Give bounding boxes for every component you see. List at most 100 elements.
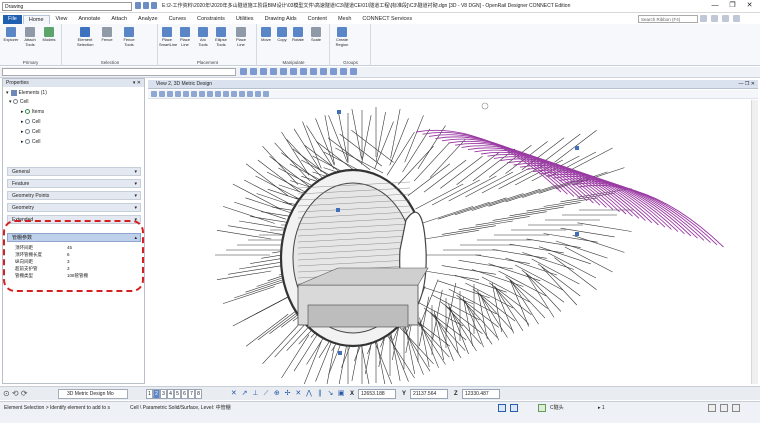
place-line-button[interactable]: Place Line bbox=[177, 27, 193, 47]
view-button-5[interactable]: 5 bbox=[174, 389, 181, 399]
element-selection-button[interactable]: Element Selection bbox=[77, 27, 93, 47]
elements-count[interactable]: Elements (1) bbox=[19, 90, 47, 96]
views-icon[interactable] bbox=[263, 91, 269, 97]
snap-icon[interactable] bbox=[310, 68, 317, 75]
design-canvas[interactable] bbox=[148, 100, 758, 397]
window-area-icon[interactable] bbox=[191, 91, 197, 97]
cube-icon[interactable] bbox=[300, 68, 307, 75]
x-coordinate-field[interactable]: 12653.188 bbox=[358, 389, 396, 399]
tab-attach[interactable]: Attach bbox=[106, 15, 132, 24]
tree-item-cell-2[interactable]: ▸ Cell bbox=[21, 128, 41, 137]
page-indicator[interactable]: ▸ 1 bbox=[598, 403, 605, 413]
camera-icon[interactable] bbox=[239, 91, 245, 97]
place-line-2-button[interactable]: Place Line bbox=[233, 27, 249, 47]
tab-content[interactable]: Content bbox=[303, 15, 332, 24]
handle-marker[interactable] bbox=[338, 351, 342, 355]
save-icon[interactable] bbox=[135, 2, 141, 9]
view-button-7[interactable]: 7 bbox=[188, 389, 195, 399]
clip-mask-icon[interactable] bbox=[255, 91, 261, 97]
arc-tools-button[interactable]: Arc Tools bbox=[195, 27, 211, 47]
tree-item-cell-root[interactable]: ▾ Cell bbox=[9, 98, 29, 107]
fence-button[interactable]: Fence bbox=[99, 27, 115, 43]
snap-intersection-icon[interactable]: ✕ bbox=[294, 390, 302, 398]
tab-home[interactable]: Home bbox=[22, 14, 50, 24]
handle-marker[interactable] bbox=[575, 232, 579, 236]
minimize-button[interactable]: — bbox=[711, 1, 718, 11]
tree-item-cell-3[interactable]: ▸ Cell bbox=[21, 138, 41, 147]
handle-marker[interactable] bbox=[336, 208, 340, 212]
view-button-1[interactable]: 1 bbox=[146, 389, 153, 399]
view-nav-arrows[interactable]: ⊙ ⟲ ⟳ bbox=[3, 389, 28, 399]
toolbox-icon[interactable] bbox=[732, 404, 740, 412]
locks-icon[interactable] bbox=[498, 404, 506, 412]
tab-constraints[interactable]: Constraints bbox=[192, 15, 230, 24]
snap-center-icon[interactable]: ⊕ bbox=[273, 390, 281, 398]
lock-icon[interactable] bbox=[330, 68, 337, 75]
user-icon[interactable] bbox=[700, 15, 707, 22]
rotate-button[interactable]: Rotate bbox=[290, 27, 306, 43]
tab-annotate[interactable]: Annotate bbox=[73, 15, 105, 24]
active-level[interactable]: C隧头 bbox=[550, 403, 564, 413]
tree-item-items[interactable]: ▸ Items bbox=[21, 108, 44, 117]
view-button-4[interactable]: 4 bbox=[167, 389, 174, 399]
fence-tools-button[interactable]: Fence Tools bbox=[121, 27, 137, 47]
pan-icon[interactable] bbox=[215, 91, 221, 97]
ellipse-tools-button[interactable]: Ellipse Tools bbox=[213, 27, 229, 47]
messages-icon[interactable] bbox=[720, 404, 728, 412]
tab-analyze[interactable]: Analyze bbox=[133, 15, 163, 24]
accudraw-icon[interactable]: ▣ bbox=[337, 390, 345, 398]
section-geometry-points[interactable]: Geometry Points ▾ bbox=[7, 191, 141, 200]
view-previous-icon[interactable] bbox=[223, 91, 229, 97]
view-next-icon[interactable] bbox=[231, 91, 237, 97]
update-icon[interactable] bbox=[167, 91, 173, 97]
help-icon[interactable] bbox=[722, 15, 729, 22]
tab-mesh[interactable]: Mesh bbox=[333, 15, 356, 24]
handle-marker[interactable] bbox=[337, 110, 341, 114]
view-button-6[interactable]: 6 bbox=[181, 389, 188, 399]
level-icon[interactable] bbox=[240, 68, 247, 75]
weight-icon[interactable] bbox=[260, 68, 267, 75]
view-model-dropdown[interactable]: 3D Metric Design Mo bbox=[58, 389, 128, 399]
undo-icon[interactable] bbox=[143, 2, 149, 9]
snap-mode-icon[interactable] bbox=[510, 404, 518, 412]
tab-drawing-aids[interactable]: Drawing Aids bbox=[260, 15, 302, 24]
settings-icon[interactable] bbox=[733, 15, 740, 22]
tab-file[interactable]: File bbox=[3, 14, 22, 24]
camera-icon[interactable] bbox=[340, 68, 347, 75]
snap-through-icon[interactable]: ↘ bbox=[327, 390, 335, 398]
snap-line-icon[interactable]: ↗ bbox=[241, 390, 249, 398]
close-button[interactable]: ✕ bbox=[747, 1, 753, 11]
section-feature[interactable]: Feature ▾ bbox=[7, 179, 141, 188]
section-general[interactable]: General ▾ bbox=[7, 167, 141, 176]
vertical-scrollbar[interactable] bbox=[751, 100, 758, 384]
handle-marker[interactable] bbox=[575, 146, 579, 150]
notification-icon[interactable] bbox=[711, 15, 718, 22]
snap-tangent-icon[interactable]: ⟋ bbox=[262, 390, 270, 398]
create-region-button[interactable]: Create Region bbox=[334, 27, 350, 47]
snap-perp-icon[interactable]: ⊥ bbox=[251, 390, 259, 398]
render-icon[interactable] bbox=[350, 68, 357, 75]
maximize-button[interactable]: ❐ bbox=[729, 1, 735, 11]
clip-volume-icon[interactable] bbox=[247, 91, 253, 97]
properties-panel-controls[interactable]: ▾ ✕ bbox=[133, 79, 141, 87]
color-icon[interactable] bbox=[250, 68, 257, 75]
snap-origin-icon[interactable]: ✢ bbox=[284, 390, 292, 398]
tab-connect-services[interactable]: CONNECT Services bbox=[357, 15, 417, 24]
layers-icon[interactable] bbox=[290, 68, 297, 75]
workspace-select[interactable]: Drawing bbox=[2, 2, 132, 11]
attributes-select[interactable] bbox=[2, 68, 236, 76]
view-window-controls[interactable]: — ❐ ✕ bbox=[739, 80, 755, 89]
snap-keypoint-icon[interactable]: ✕ bbox=[230, 390, 238, 398]
view-button-2[interactable]: 2 bbox=[153, 389, 160, 399]
collapse-icon[interactable]: ▾ bbox=[6, 90, 9, 96]
snap-parallel-icon[interactable]: ∥ bbox=[316, 390, 324, 398]
zoom-in-icon[interactable] bbox=[175, 91, 181, 97]
scale-button[interactable]: Scale bbox=[308, 27, 324, 43]
tab-curves[interactable]: Curves bbox=[164, 15, 191, 24]
tab-view[interactable]: View bbox=[51, 15, 73, 24]
style-icon[interactable] bbox=[270, 68, 277, 75]
place-smartline-button[interactable]: Place SmartLine bbox=[159, 27, 177, 47]
design-file-icon[interactable] bbox=[708, 404, 716, 412]
grid-icon[interactable] bbox=[320, 68, 327, 75]
section-geometry[interactable]: Geometry ▾ bbox=[7, 203, 141, 212]
